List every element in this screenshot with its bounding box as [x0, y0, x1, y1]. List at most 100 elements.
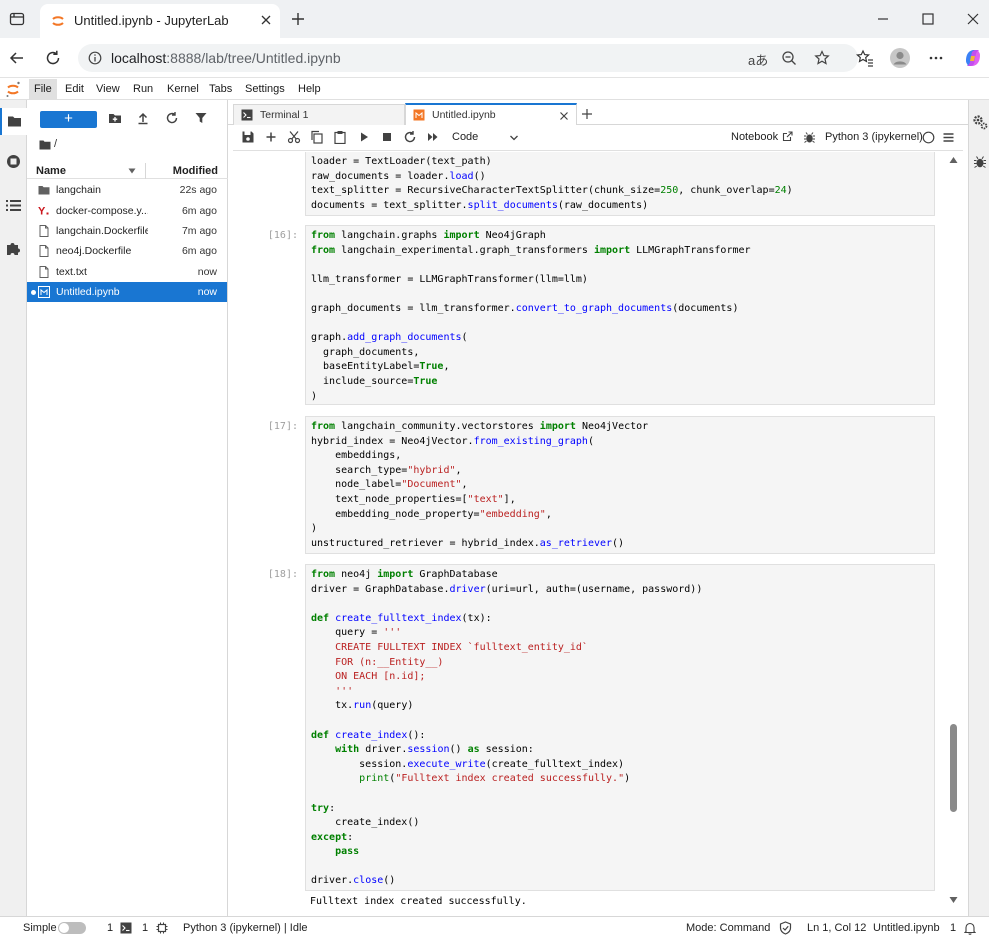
scroll-up-icon[interactable] [949, 156, 958, 164]
menu-view[interactable]: View [91, 79, 125, 99]
file-row-text-txt[interactable]: text.txt now [27, 262, 227, 282]
running-kernels-tab[interactable] [0, 148, 27, 175]
property-inspector-gear-icon[interactable] [972, 114, 988, 130]
debugger-bug-icon[interactable] [803, 131, 816, 144]
browser-tab[interactable]: Untitled.ipynb - JupyterLab [40, 4, 280, 38]
file-list-header: Name Modified [27, 163, 228, 179]
kernel-selector[interactable]: Python 3 (ipykernel) [825, 131, 923, 143]
menu-tabs[interactable]: Tabs [204, 79, 237, 99]
breadcrumb-root[interactable]: / [54, 138, 57, 150]
menu-settings[interactable]: Settings [240, 79, 290, 99]
notebook-link-label: Notebook [731, 131, 779, 143]
file-modified: now [197, 266, 217, 278]
file-row-untitled-ipynb[interactable]: Untitled.ipynb now [27, 282, 227, 302]
external-link-icon [782, 131, 793, 142]
tab-terminal-1[interactable]: Terminal 1 [233, 104, 405, 125]
code-cell-17[interactable]: [17]: from langchain_community.vectorsto… [233, 416, 958, 554]
tab-untitled-ipynb[interactable]: Untitled.ipynb [405, 103, 577, 125]
toolbar-menu-icon[interactable] [942, 131, 955, 144]
debugger-bug-icon[interactable] [973, 155, 987, 169]
menu-file[interactable]: File [29, 79, 57, 99]
file-row-langchain[interactable]: langchain 22s ago [27, 180, 227, 200]
cell-output: Fulltext index created successfully. [310, 896, 527, 907]
url-path: :8888/lab/tree/Untitled.ipynb [166, 50, 341, 66]
code-cell-16[interactable]: [16]: from langchain.graphs import Neo4j… [233, 225, 958, 405]
code-editor[interactable]: loader = TextLoader(text_path) raw_docum… [305, 152, 935, 216]
profile-avatar[interactable] [889, 47, 911, 69]
new-folder-icon[interactable] [108, 111, 126, 129]
save-icon[interactable] [241, 130, 257, 146]
back-icon[interactable] [8, 49, 26, 67]
filter-icon[interactable] [194, 111, 212, 129]
code-editor[interactable]: from langchain_community.vectorstores im… [305, 416, 935, 554]
terminal-icon [241, 109, 253, 121]
tab-actions-icon[interactable] [9, 11, 25, 27]
close-tab-icon[interactable] [260, 14, 272, 26]
file-browser-tab[interactable] [0, 108, 27, 135]
kernel-status[interactable]: Python 3 (ipykernel) | Idle [183, 922, 308, 934]
file-row-docker-compose[interactable]: Y docker-compose.y... 6m ago [27, 201, 227, 221]
address-bar[interactable]: localhost:8888/lab/tree/Untitled.ipynb a… [78, 44, 858, 72]
column-modified-header[interactable]: Modified [173, 165, 218, 177]
column-name-header[interactable]: Name [36, 165, 66, 177]
kernel-count: 1 [142, 922, 149, 934]
cell-type-dropdown[interactable]: Code [452, 130, 522, 146]
notebook-mode: Mode: Command [686, 922, 771, 934]
reload-icon[interactable] [44, 49, 62, 67]
file-modified: 6m ago [181, 205, 217, 217]
notebook-scrollbar[interactable] [946, 152, 958, 916]
copy-icon[interactable] [310, 130, 326, 146]
notebook-content[interactable]: loader = TextLoader(text_path) raw_docum… [233, 152, 958, 916]
code-cell-15[interactable]: loader = TextLoader(text_path) raw_docum… [233, 152, 958, 216]
favorite-star-icon[interactable] [814, 50, 830, 66]
file-row-langchain-dockerfile[interactable]: langchain.Dockerfile 7m ago [27, 221, 227, 241]
cursor-position[interactable]: Ln 1, Col 12 [807, 922, 866, 934]
table-of-contents-tab[interactable] [0, 192, 27, 219]
cut-icon[interactable] [287, 130, 303, 146]
read-aloud-icon[interactable]: aあ [748, 50, 768, 69]
menu-edit[interactable]: Edit [60, 79, 89, 99]
close-window-icon[interactable] [966, 12, 980, 26]
terminal-count: 1 [107, 922, 114, 934]
code-editor[interactable]: from neo4j import GraphDatabase driver =… [305, 564, 935, 891]
copilot-icon[interactable] [962, 47, 984, 69]
scroll-down-icon[interactable] [949, 896, 958, 904]
home-folder-icon[interactable] [39, 139, 51, 150]
bell-icon[interactable] [964, 922, 976, 935]
cell-prompt: [16]: [267, 230, 298, 241]
menu-help[interactable]: Help [293, 79, 326, 99]
favorites-icon[interactable] [856, 49, 874, 67]
open-in-notebook-link[interactable]: Notebook [731, 131, 793, 143]
paste-icon[interactable] [333, 130, 349, 146]
zoom-icon[interactable] [781, 50, 797, 66]
restart-run-all-icon[interactable] [426, 130, 442, 146]
extension-manager-tab[interactable] [0, 234, 27, 261]
simple-mode-toggle[interactable] [58, 922, 86, 934]
maximize-icon[interactable] [921, 12, 935, 26]
new-tab-plus-icon[interactable] [580, 107, 594, 121]
menu-kernel[interactable]: Kernel [162, 79, 204, 99]
menu-run[interactable]: Run [128, 79, 158, 99]
new-tab-icon[interactable] [290, 11, 306, 27]
current-file-name: Untitled.ipynb [873, 922, 940, 934]
close-tab-icon[interactable] [559, 107, 569, 121]
trusted-shield-icon[interactable] [779, 921, 792, 935]
file-row-neo4j-dockerfile[interactable]: neo4j.Dockerfile 6m ago [27, 241, 227, 261]
new-launcher-button[interactable]: + [40, 111, 97, 128]
insert-cell-icon[interactable] [264, 130, 280, 146]
minimize-icon[interactable] [876, 12, 890, 26]
more-options-icon[interactable] [928, 50, 944, 66]
interrupt-kernel-icon[interactable] [380, 130, 396, 146]
restart-kernel-icon[interactable] [403, 130, 419, 146]
run-cell-icon[interactable] [357, 130, 373, 146]
notification-count: 1 [950, 922, 957, 934]
upload-icon[interactable] [136, 111, 154, 129]
address-bar-row: localhost:8888/lab/tree/Untitled.ipynb a… [0, 38, 989, 78]
code-cell-18[interactable]: [18]: from neo4j import GraphDatabase dr… [233, 564, 958, 909]
document-tab-bar: Terminal 1 Untitled.ipynb [228, 103, 968, 125]
chevron-down-icon [509, 133, 519, 143]
refresh-icon[interactable] [165, 111, 183, 129]
site-info-icon[interactable] [88, 51, 102, 65]
scrollbar-thumb[interactable] [950, 724, 957, 812]
code-editor[interactable]: from langchain.graphs import Neo4jGraph … [305, 225, 935, 405]
